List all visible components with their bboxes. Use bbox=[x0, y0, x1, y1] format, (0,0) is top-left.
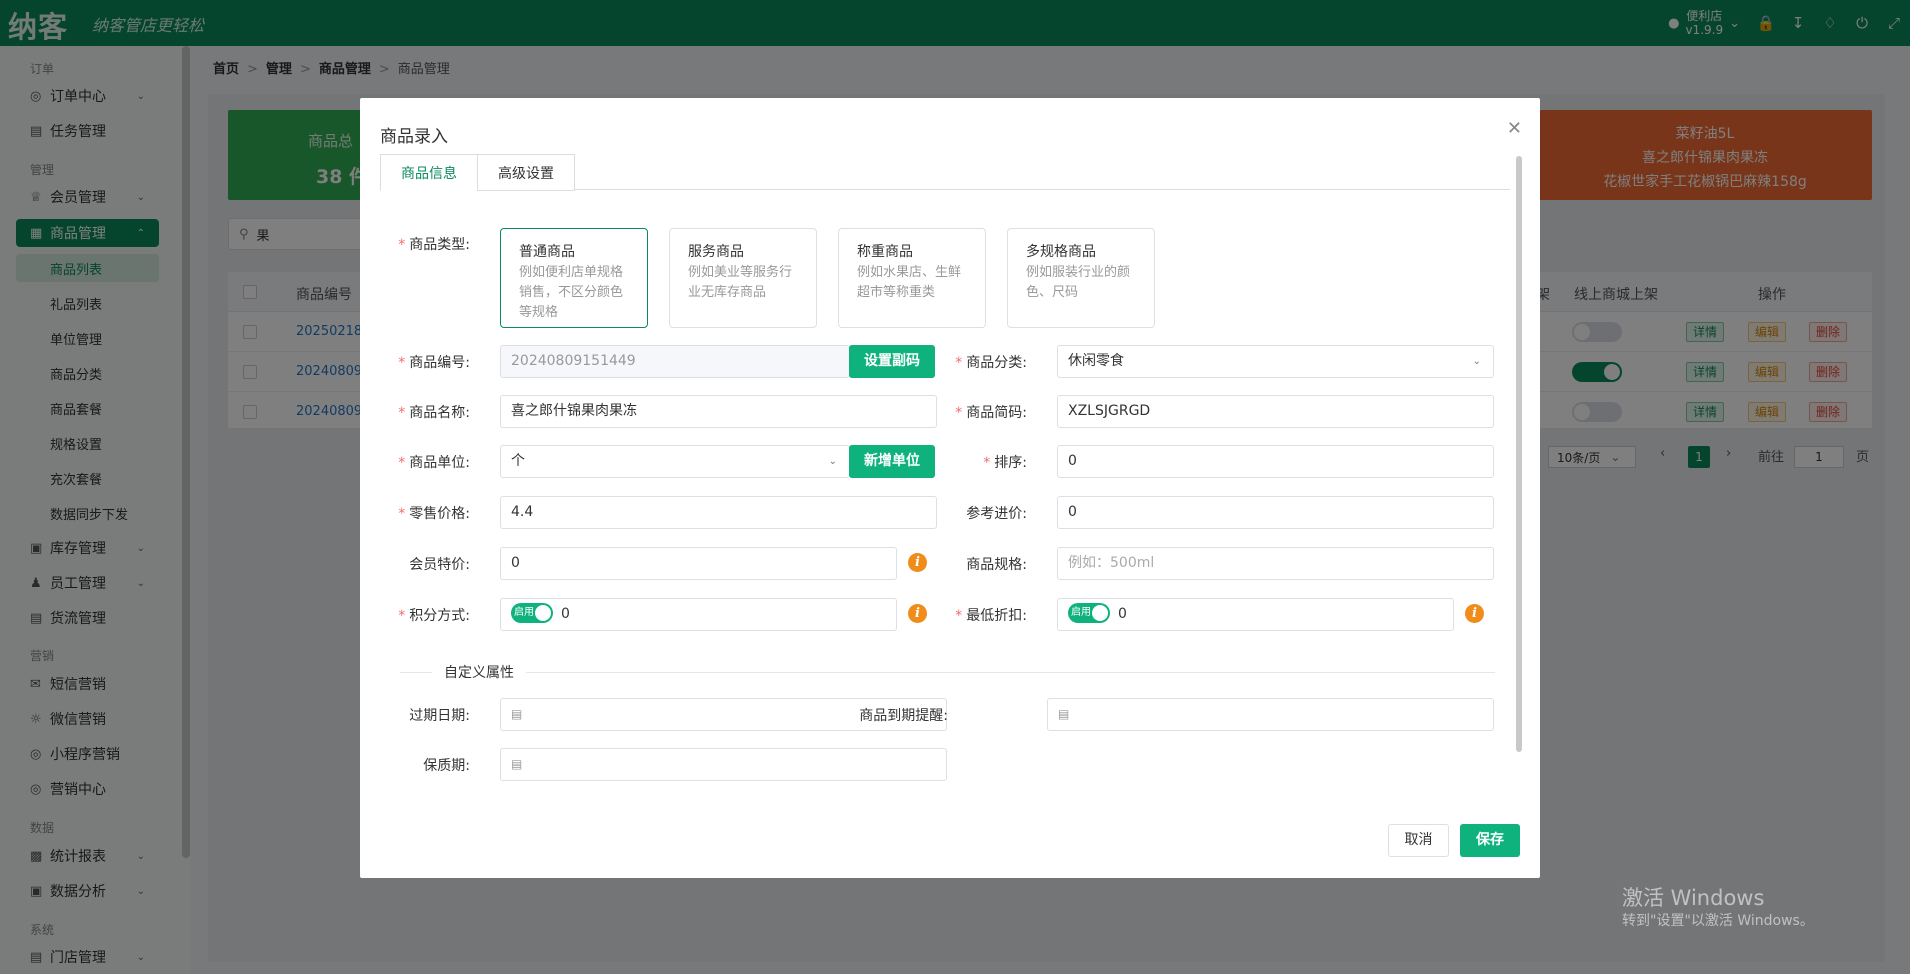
custom-section-title: 自定义属性 bbox=[432, 662, 526, 682]
type-card-service[interactable]: 服务商品 例如美业等服务行业无库存商品 bbox=[669, 228, 817, 328]
info-icon[interactable]: i bbox=[1465, 604, 1484, 623]
points-input[interactable]: 启用 0 bbox=[500, 598, 897, 631]
label-retail: * 零售价格: bbox=[398, 506, 470, 522]
label-expire: 过期日期: bbox=[409, 708, 470, 724]
shelf-life-input[interactable]: ▤ bbox=[500, 748, 947, 781]
label-type: * 商品类型: bbox=[398, 237, 470, 253]
label-ref-price: 参考进价: bbox=[966, 506, 1027, 522]
label-code: * 商品编号: bbox=[398, 355, 470, 371]
calendar-icon: ▤ bbox=[511, 757, 523, 771]
min-discount-input[interactable]: 启用 0 bbox=[1057, 598, 1454, 631]
type-card-multispec[interactable]: 多规格商品 例如服装行业的颜色、尺码 bbox=[1007, 228, 1155, 328]
label-spec: 商品规格: bbox=[966, 557, 1027, 573]
section-divider bbox=[400, 672, 1495, 673]
label-remind: 商品到期提醒: bbox=[859, 708, 948, 724]
member-price-input[interactable]: 0 bbox=[500, 547, 897, 580]
dialog-tabs: 商品信息 高级设置 bbox=[380, 154, 1510, 191]
goods-code-input[interactable]: 20240809151449 bbox=[500, 345, 850, 378]
type-card-weighing[interactable]: 称重商品 例如水果店、生鲜超市等称重类 bbox=[838, 228, 986, 328]
ref-price-input[interactable]: 0 bbox=[1057, 496, 1494, 529]
abbr-input[interactable]: XZLSJGRGD bbox=[1057, 395, 1494, 428]
discount-switch[interactable]: 启用 bbox=[1068, 602, 1110, 623]
label-category: * 商品分类: bbox=[955, 355, 1027, 371]
close-icon[interactable]: ✕ bbox=[1507, 118, 1522, 139]
points-switch[interactable]: 启用 bbox=[511, 602, 553, 623]
label-abbr: * 商品简码: bbox=[955, 405, 1027, 421]
label-unit: * 商品单位: bbox=[398, 455, 470, 471]
sort-input[interactable]: 0 bbox=[1057, 445, 1494, 478]
cancel-button[interactable]: 取消 bbox=[1388, 824, 1449, 857]
calendar-icon: ▤ bbox=[1058, 707, 1070, 721]
label-sort: * 排序: bbox=[983, 455, 1027, 471]
spec-input[interactable]: 例如：500ml bbox=[1057, 547, 1494, 580]
type-card-normal[interactable]: 普通商品 例如便利店单规格销售，不区分颜色等规格 bbox=[500, 228, 648, 328]
retail-price-input[interactable]: 4.4 bbox=[500, 496, 937, 529]
windows-watermark-text: 转到"设置"以激活 Windows。 bbox=[1622, 913, 1814, 929]
chevron-down-icon: ⌄ bbox=[828, 456, 837, 467]
save-button[interactable]: 保存 bbox=[1460, 824, 1520, 857]
label-name: * 商品名称: bbox=[398, 405, 470, 421]
calendar-icon: ▤ bbox=[511, 707, 523, 721]
remind-date-input[interactable]: ▤ bbox=[1047, 698, 1494, 731]
tab-goods-info[interactable]: 商品信息 bbox=[380, 154, 478, 191]
goods-entry-dialog: 商品录入 ✕ 商品信息 高级设置 * 商品类型: 普通商品 例如便利店单规格销售，不… bbox=[360, 98, 1540, 878]
label-member-price: 会员特价: bbox=[409, 557, 470, 573]
dialog-title: 商品录入 bbox=[380, 127, 448, 147]
label-points: * 积分方式: bbox=[398, 608, 470, 624]
label-shelf-life: 保质期: bbox=[423, 758, 470, 774]
tab-advanced[interactable]: 高级设置 bbox=[477, 154, 575, 191]
category-select[interactable]: 休闲零食 ⌄ bbox=[1057, 345, 1494, 378]
chevron-down-icon: ⌄ bbox=[1472, 356, 1481, 367]
goods-name-input[interactable]: 喜之郎什锦果肉果冻 bbox=[500, 395, 937, 428]
label-min-discount: * 最低折扣: bbox=[955, 608, 1027, 624]
windows-watermark-title: 激活 Windows bbox=[1622, 886, 1765, 910]
dialog-scrollbar[interactable] bbox=[1516, 156, 1522, 752]
unit-select[interactable]: 个 ⌄ bbox=[500, 445, 850, 478]
